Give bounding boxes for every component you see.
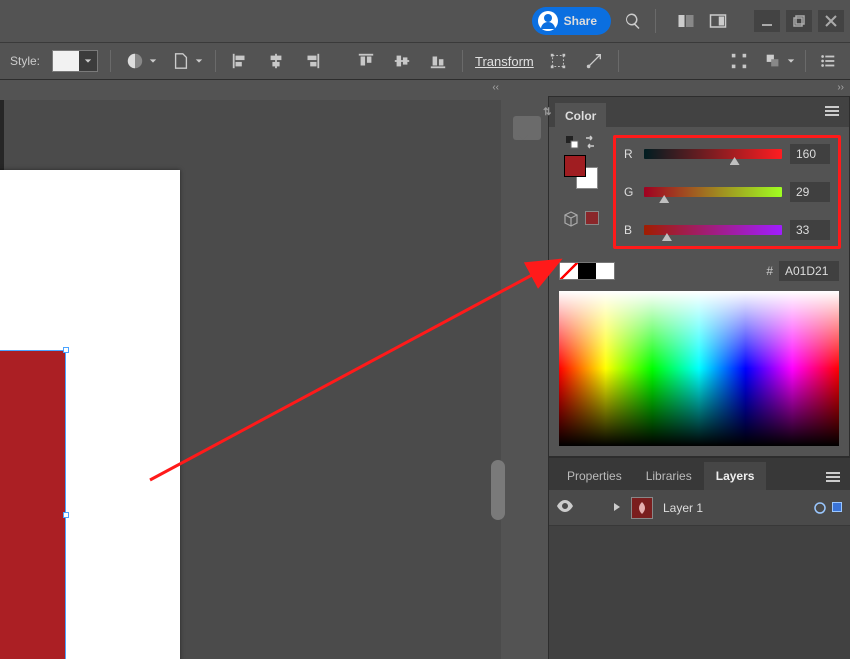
slider-g: G 29: [624, 182, 830, 202]
swap-colors-icon[interactable]: [583, 135, 597, 149]
workspace-layout-icon[interactable]: [674, 9, 698, 33]
channel-r-label: R: [624, 147, 636, 161]
workspace-layout-alt-icon[interactable]: [706, 9, 730, 33]
slider-b: B 33: [624, 220, 830, 240]
channel-g-label: G: [624, 185, 636, 199]
panel-menu-button[interactable]: [821, 101, 843, 124]
align-center-h-icon[interactable]: [264, 49, 288, 73]
hex-label: #: [766, 264, 773, 278]
color-spectrum[interactable]: [559, 291, 839, 446]
slider-b-track[interactable]: [644, 225, 782, 235]
slider-r-track[interactable]: [644, 149, 782, 159]
chevron-down-icon: [787, 54, 795, 68]
separator: [655, 9, 656, 33]
window-maximize-button[interactable]: [786, 10, 812, 32]
separator: [462, 50, 463, 72]
separator: [805, 50, 806, 72]
grid-align-icon[interactable]: [727, 49, 751, 73]
selected-rectangle[interactable]: [0, 350, 66, 659]
chevron-down-icon: [79, 51, 97, 71]
tab-properties[interactable]: Properties: [555, 462, 634, 490]
cube-icon[interactable]: [563, 211, 579, 230]
comments-icon[interactable]: [513, 116, 541, 140]
chevron-down-icon: [149, 54, 157, 68]
color-tab[interactable]: ⇅ Color: [555, 103, 606, 129]
share-label: Share: [564, 14, 597, 28]
share-button[interactable]: Share: [532, 7, 611, 35]
style-swatch-preview: [53, 51, 79, 71]
arrange-dropdown[interactable]: [761, 49, 795, 73]
foreground-color-swatch[interactable]: [564, 155, 586, 177]
align-right-icon[interactable]: [300, 49, 324, 73]
color-panel: ⇅ Color: [549, 96, 850, 457]
layer-thumbnail[interactable]: [631, 497, 653, 519]
document-new-icon: [169, 49, 193, 73]
rgb-sliders-highlight: R 160 G 29 B: [613, 135, 841, 249]
hex-input[interactable]: A01D21: [779, 261, 839, 281]
tab-layers[interactable]: Layers: [704, 462, 767, 490]
warp-icon[interactable]: [582, 49, 606, 73]
align-top-icon[interactable]: [354, 49, 378, 73]
window-minimize-button[interactable]: [754, 10, 780, 32]
options-bar: Style: Transform: [0, 42, 850, 80]
foreground-background-swatch[interactable]: [564, 155, 598, 189]
layer-row[interactable]: Layer 1: [549, 490, 850, 526]
share-avatar-icon: [538, 11, 558, 31]
default-colors-icon[interactable]: [565, 135, 579, 149]
search-icon[interactable]: [621, 9, 645, 33]
selection-handle[interactable]: [63, 347, 69, 353]
shape-tool-dropdown[interactable]: [169, 49, 203, 73]
align-left-icon[interactable]: [228, 49, 252, 73]
layer-name[interactable]: Layer 1: [663, 501, 804, 515]
panel-menu-button[interactable]: [822, 467, 844, 490]
channel-b-label: B: [624, 223, 636, 237]
transform-menu[interactable]: Transform: [475, 54, 534, 69]
r-value-input[interactable]: 160: [790, 144, 830, 164]
fill-tool-dropdown[interactable]: [123, 49, 157, 73]
separator: [618, 50, 619, 72]
b-value-input[interactable]: 33: [790, 220, 830, 240]
layer-target-icons[interactable]: [814, 502, 842, 514]
circle-gradient-icon: [123, 49, 147, 73]
arrange-icon: [761, 49, 785, 73]
align-center-v-icon[interactable]: [390, 49, 414, 73]
slider-g-track[interactable]: [644, 187, 782, 197]
g-value-input[interactable]: 29: [790, 182, 830, 202]
chevron-down-icon: [195, 54, 203, 68]
expand-panel-icon[interactable]: ››: [837, 82, 844, 93]
mini-swatches[interactable]: [559, 262, 615, 280]
style-dropdown[interactable]: [52, 50, 98, 72]
align-bottom-icon[interactable]: [426, 49, 450, 73]
disclosure-icon[interactable]: [613, 501, 621, 515]
style-label: Style:: [10, 54, 40, 68]
cube-swatch[interactable]: [585, 211, 599, 225]
tab-libraries[interactable]: Libraries: [634, 462, 704, 490]
layers-panel: Properties Libraries Layers Layer 1: [549, 457, 850, 659]
visibility-icon[interactable]: [557, 500, 573, 515]
separator: [215, 50, 216, 72]
selection-indicator: [832, 502, 842, 512]
list-menu-icon[interactable]: [816, 49, 840, 73]
window-close-button[interactable]: [818, 10, 844, 32]
color-tab-label: Color: [565, 109, 596, 123]
scrollbar-thumb[interactable]: [491, 460, 505, 520]
collapse-panel-icon[interactable]: ‹‹: [492, 82, 499, 93]
canvas-area[interactable]: ‹‹: [0, 80, 505, 659]
separator: [110, 50, 111, 72]
selection-handle[interactable]: [63, 512, 69, 518]
grip-icon: ⇅: [543, 107, 551, 118]
free-transform-icon[interactable]: [546, 49, 570, 73]
slider-r: R 160: [624, 144, 830, 164]
